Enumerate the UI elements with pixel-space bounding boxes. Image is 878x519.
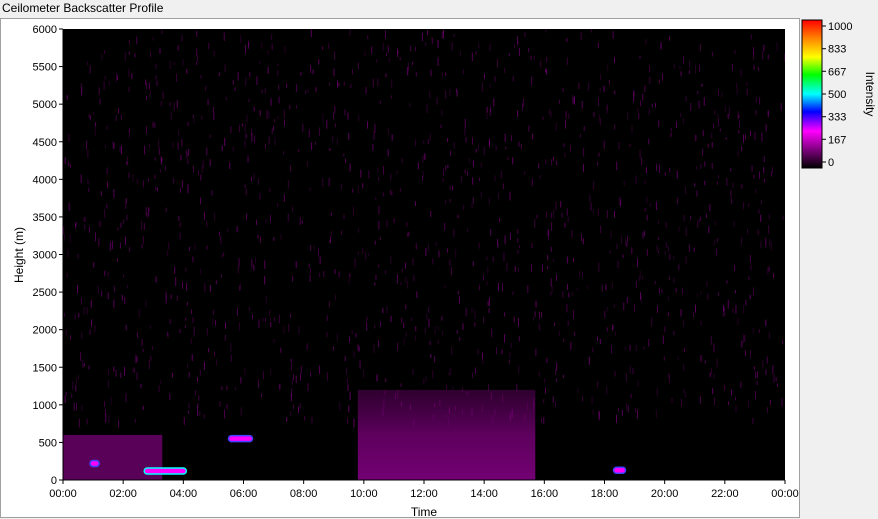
- y-axis: 0 500 1000 1500 2000 2500 3000 3500 4000 4500 5000…: [33, 24, 63, 487]
- y-tick-label: 3500: [33, 212, 57, 224]
- feature-strong-return-1: [89, 459, 100, 468]
- feature-strong-return-2: [143, 467, 188, 475]
- y-tick-label: 5500: [33, 62, 57, 74]
- x-tick-label: 00:00: [49, 488, 77, 500]
- y-tick-label: 2000: [33, 325, 57, 337]
- y-tick-label: 4000: [33, 174, 57, 186]
- colorbar-tick-label: 1000: [828, 21, 852, 33]
- y-tick-label: 0: [51, 475, 57, 487]
- x-tick-label: 10:00: [350, 488, 378, 500]
- backscatter-chart: 00:00 02:00 04:00 06:00 08:00 10:00 12:00 14:00…: [12, 19, 877, 519]
- y-tick-label: 1000: [33, 400, 57, 412]
- colorbar-tick-label: 0: [828, 157, 834, 169]
- x-tick-label: 04:00: [170, 488, 198, 500]
- x-tick-label: 20:00: [651, 488, 679, 500]
- colorbar-tick-label: 500: [828, 89, 846, 101]
- y-tick-label: 3000: [33, 250, 57, 262]
- y-tick-label: 4500: [33, 137, 57, 149]
- y-axis-label: Height (m): [12, 227, 26, 283]
- x-tick-label: 16:00: [531, 488, 559, 500]
- colorbar-tick-label: 167: [828, 134, 846, 146]
- y-tick-label: 500: [39, 437, 57, 449]
- x-tick-label: 12:00: [410, 488, 438, 500]
- colorbar-ticks: 1000 833 667 500 333 167 0: [822, 21, 852, 169]
- y-tick-label: 5000: [33, 99, 57, 111]
- x-tick-label: 14:00: [470, 488, 498, 500]
- feature-strong-return-4: [612, 466, 627, 474]
- colorbar-tick-label: 667: [828, 66, 846, 78]
- y-tick-label: 6000: [33, 24, 57, 36]
- x-tick-label: 02:00: [109, 488, 137, 500]
- colorbar: [801, 19, 823, 169]
- x-axis-label: Time: [411, 505, 438, 519]
- feature-residual-layer: [357, 389, 536, 480]
- colorbar-label: Intensity: [863, 72, 877, 117]
- x-tick-label: 00:00: [771, 488, 799, 500]
- x-tick-label: 22:00: [711, 488, 739, 500]
- colorbar-tick-label: 833: [828, 44, 846, 56]
- x-tick-label: 08:00: [290, 488, 318, 500]
- feature-strong-return-3: [227, 434, 254, 443]
- x-tick-label: 18:00: [591, 488, 619, 500]
- y-tick-label: 2500: [33, 287, 57, 299]
- y-tick-label: 1500: [33, 362, 57, 374]
- x-axis: 00:00 02:00 04:00 06:00 08:00 10:00 12:00 14:00…: [49, 480, 799, 500]
- x-tick-label: 06:00: [230, 488, 258, 500]
- colorbar-tick-label: 333: [828, 112, 846, 124]
